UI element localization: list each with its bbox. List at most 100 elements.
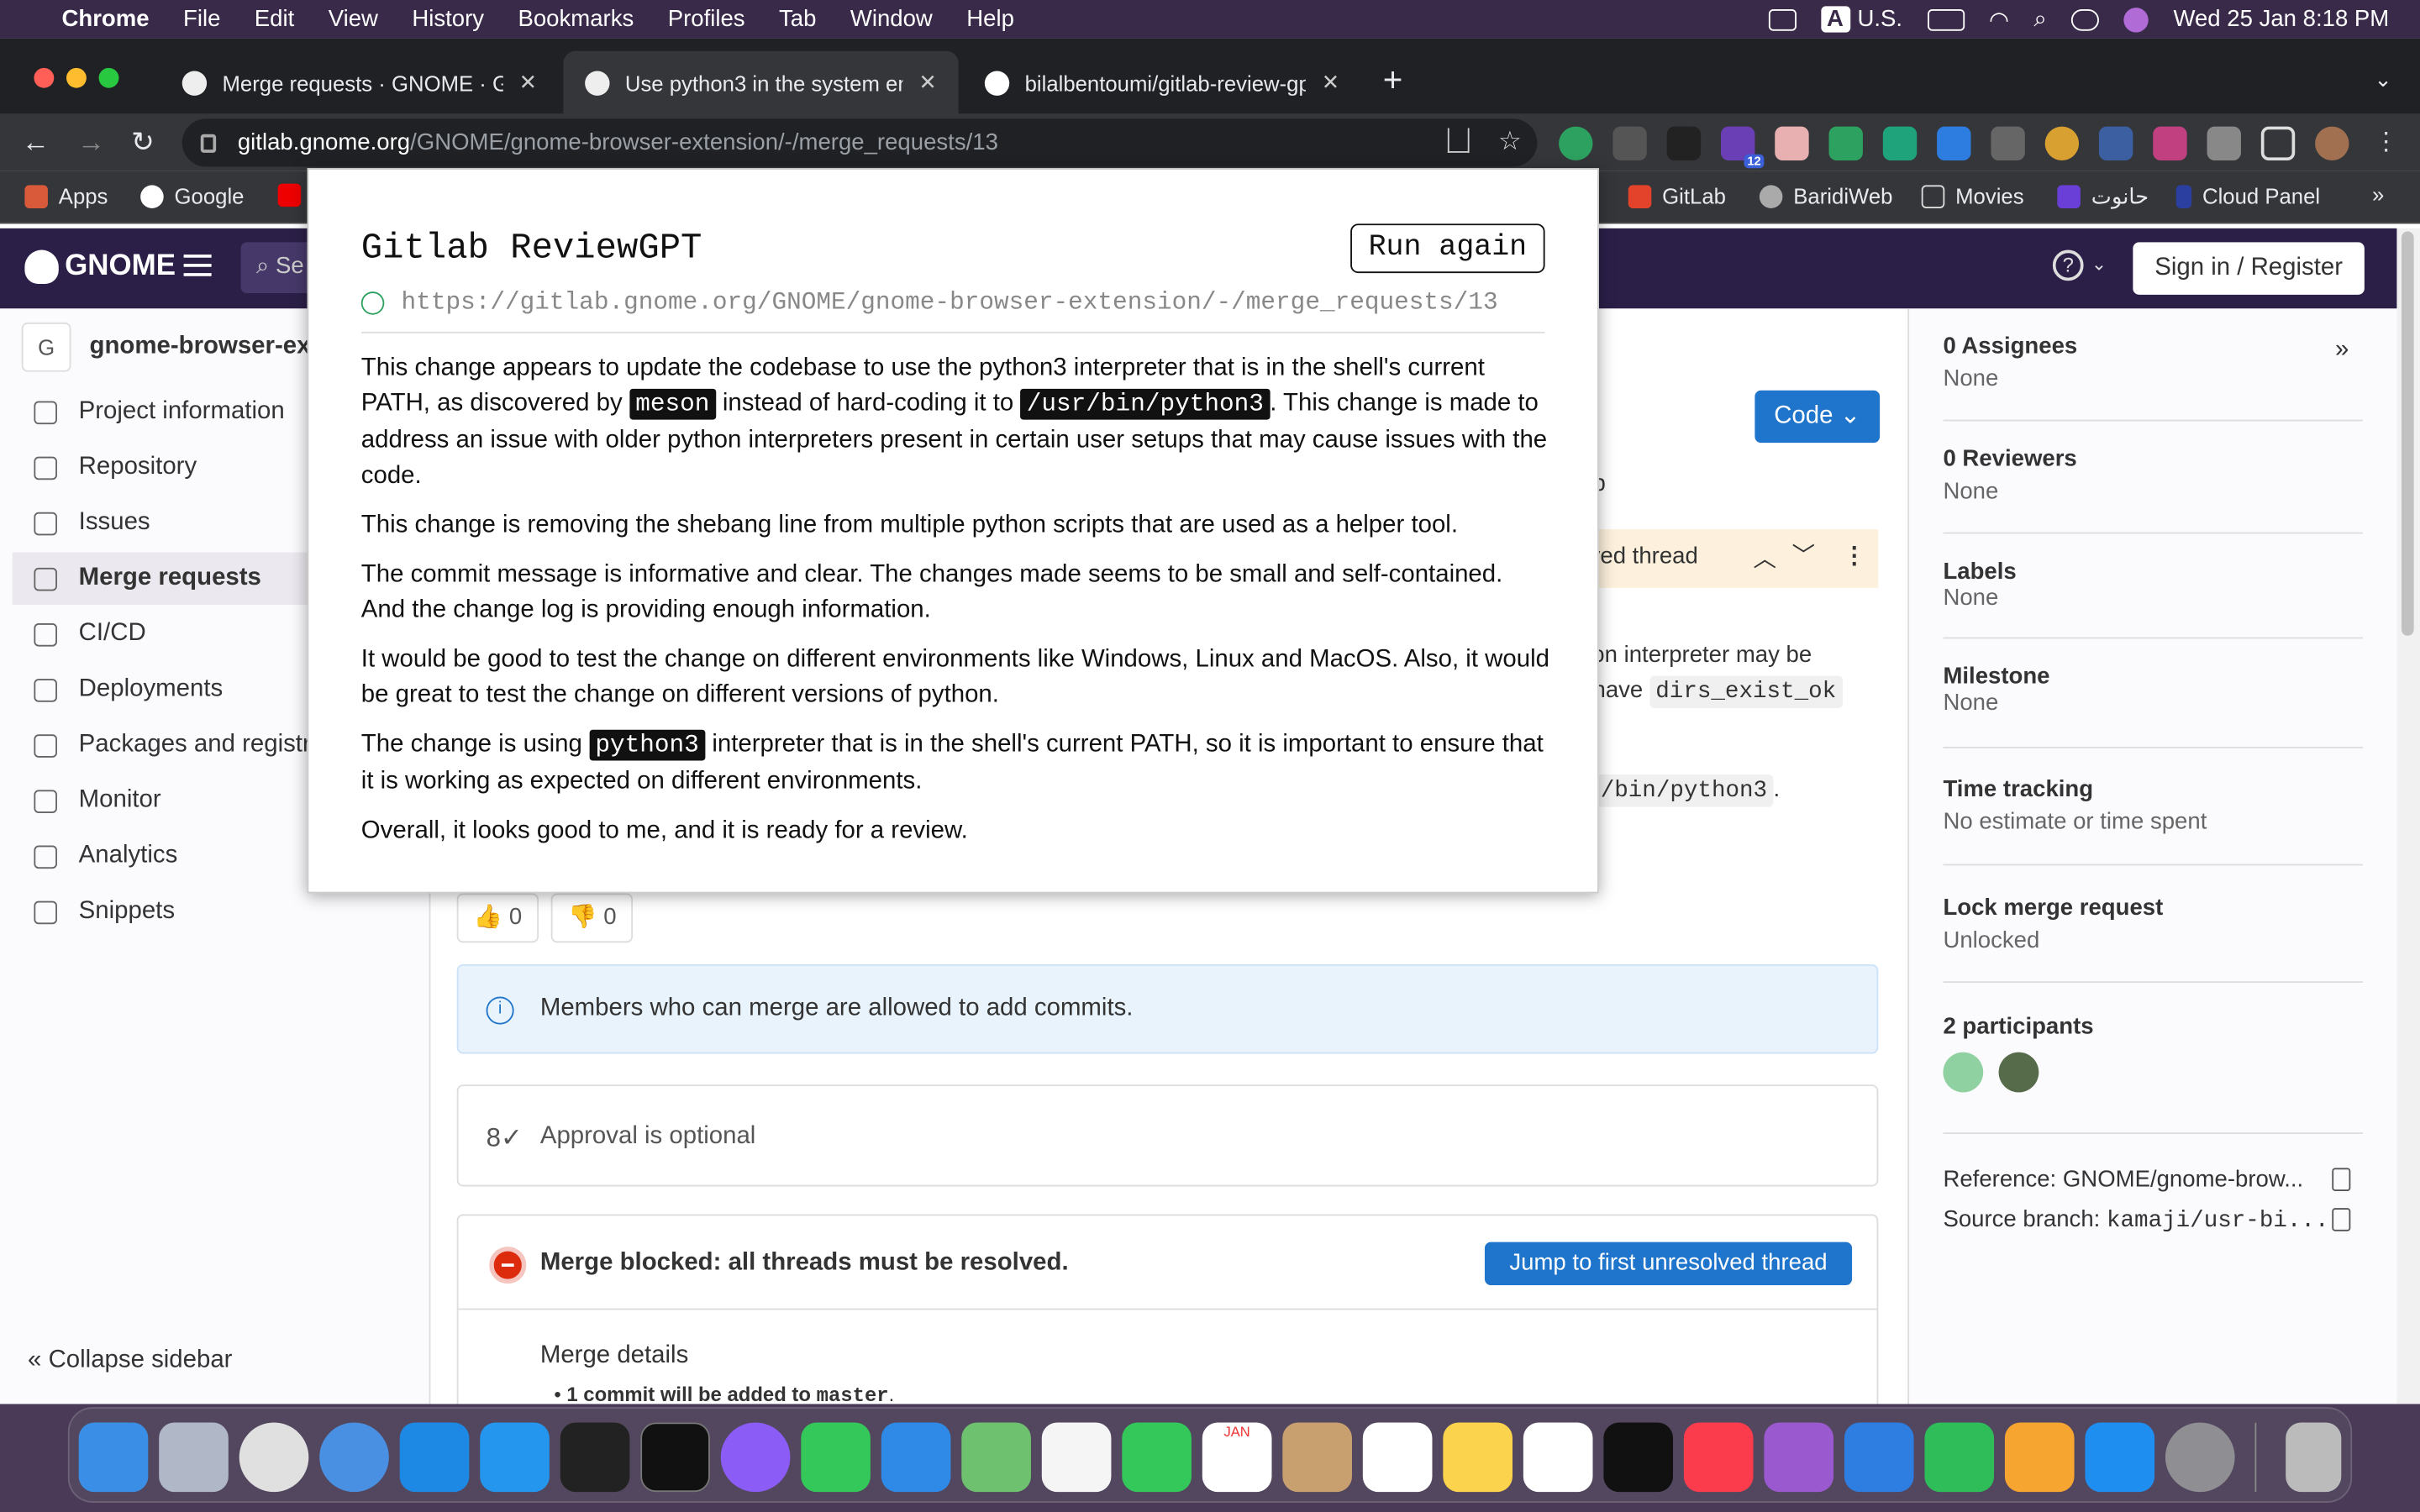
calendar-icon[interactable]: JAN 25 bbox=[1202, 1422, 1272, 1512]
input-source[interactable]: A U.S. bbox=[1820, 6, 1902, 33]
battery-icon[interactable] bbox=[1927, 8, 1965, 30]
extension-icon[interactable] bbox=[1775, 126, 1809, 161]
code-dropdown-button[interactable]: Code ⌄ bbox=[1754, 390, 1881, 444]
extension-icon[interactable] bbox=[1612, 126, 1647, 161]
close-tab-icon[interactable]: ✕ bbox=[519, 70, 538, 96]
address-bar[interactable]: gitlab.gnome.org/GNOME/gnome-browser-ext… bbox=[182, 118, 1538, 167]
menu-help[interactable]: Help bbox=[966, 6, 1014, 32]
jump-to-unresolved-thread-button[interactable]: Jump to first unresolved thread bbox=[1484, 1242, 1853, 1285]
menu-window[interactable]: Window bbox=[850, 6, 933, 32]
kebab-menu-icon[interactable]: ⋮ bbox=[1843, 542, 1866, 570]
messages-icon[interactable] bbox=[801, 1422, 871, 1493]
participant-avatar[interactable] bbox=[1998, 1052, 2039, 1093]
share-icon[interactable] bbox=[1447, 128, 1470, 153]
extension-icon[interactable] bbox=[1882, 126, 1918, 161]
launchpad-icon[interactable] bbox=[159, 1422, 229, 1493]
music-icon[interactable] bbox=[1683, 1422, 1754, 1493]
merge-details-heading[interactable]: Merge details bbox=[540, 1342, 688, 1370]
maximize-window-button[interactable] bbox=[98, 67, 119, 88]
lock-icon[interactable] bbox=[200, 133, 217, 152]
freeform-icon[interactable] bbox=[1523, 1422, 1593, 1493]
control-center-icon[interactable] bbox=[2071, 8, 2100, 30]
gnome-logo[interactable]: GNOME bbox=[24, 249, 176, 284]
trash-icon[interactable] bbox=[2286, 1422, 2342, 1493]
tab-github-repo[interactable]: bilalbentoumi/gitlab-review-gpt ✕ bbox=[963, 51, 1361, 114]
puzzle-extensions-icon[interactable] bbox=[2207, 126, 2241, 161]
chevron-down-icon[interactable]: ⌄ bbox=[2091, 253, 2107, 275]
close-tab-icon[interactable]: ✕ bbox=[918, 70, 937, 96]
numbers-icon[interactable] bbox=[1924, 1422, 1995, 1493]
contacts-icon[interactable] bbox=[1282, 1422, 1352, 1493]
menu-tab[interactable]: Tab bbox=[779, 6, 816, 32]
tab-use-python3[interactable]: Use python3 in the system environment ✕ bbox=[563, 50, 959, 114]
chevron-down-icon[interactable]: ﹀ bbox=[1791, 538, 1815, 571]
hamburger-menu-icon[interactable] bbox=[183, 255, 212, 276]
chevron-up-icon[interactable]: ︿ bbox=[1754, 542, 1777, 575]
bookmark-baridiweb[interactable]: BaridiWeb bbox=[1759, 184, 1892, 208]
side-panel-icon[interactable] bbox=[2260, 126, 2296, 161]
new-tab-button[interactable]: + bbox=[1383, 60, 1403, 101]
menu-profiles[interactable]: Profiles bbox=[668, 6, 745, 32]
close-window-button[interactable] bbox=[34, 67, 55, 88]
menu-app-name[interactable]: Chrome bbox=[61, 6, 149, 32]
page-scrollbar-thumb[interactable] bbox=[2401, 231, 2414, 636]
sidebar-item-snippets[interactable]: Snippets bbox=[13, 885, 429, 937]
extension-icon[interactable] bbox=[1828, 126, 1863, 161]
keynote-icon[interactable] bbox=[1844, 1422, 1914, 1493]
participant-avatar[interactable] bbox=[1943, 1052, 1984, 1093]
system-settings-icon[interactable] bbox=[2165, 1422, 2235, 1493]
figma-icon[interactable] bbox=[560, 1422, 630, 1493]
photos-icon[interactable] bbox=[1041, 1422, 1112, 1493]
mail-icon[interactable] bbox=[881, 1422, 951, 1493]
reviewgpt-extension-icon[interactable] bbox=[1559, 126, 1593, 161]
profile-avatar[interactable] bbox=[2315, 126, 2349, 161]
bookmark-star-icon[interactable]: ☆ bbox=[1498, 127, 1522, 158]
extension-icon[interactable] bbox=[2098, 126, 2133, 161]
bookmark-gitlab[interactable]: GitLab bbox=[1628, 184, 1726, 208]
menu-history[interactable]: History bbox=[412, 6, 484, 32]
apple-tv-icon[interactable] bbox=[1603, 1422, 1674, 1493]
sign-in-register-button[interactable]: Sign in / Register bbox=[2133, 242, 2365, 295]
copy-reference-icon[interactable] bbox=[2332, 1168, 2351, 1191]
kebab-menu-icon[interactable]: ⋮ bbox=[2369, 127, 2402, 160]
podcasts-icon[interactable] bbox=[1764, 1422, 1834, 1493]
back-button[interactable]: ← bbox=[22, 127, 50, 160]
run-again-button[interactable]: Run again bbox=[1350, 223, 1545, 274]
project-header[interactable]: G gnome-browser-ext bbox=[21, 322, 319, 372]
more-bookmarks-icon[interactable]: » bbox=[2372, 182, 2384, 207]
thumbs-down-button[interactable]: 👎 0 bbox=[551, 893, 634, 943]
extension-icon[interactable] bbox=[1937, 126, 1971, 161]
reload-button[interactable]: ↻ bbox=[131, 127, 155, 160]
bookmark-google[interactable]: Google bbox=[140, 184, 244, 208]
bookmark-apps[interactable]: Apps bbox=[24, 184, 108, 208]
finder-icon[interactable] bbox=[78, 1422, 149, 1493]
forward-button[interactable]: → bbox=[77, 127, 105, 160]
menu-edit[interactable]: Edit bbox=[255, 6, 294, 32]
menu-view[interactable]: View bbox=[329, 6, 378, 32]
bookmark-youtube[interactable] bbox=[277, 183, 302, 207]
spotlight-search-icon[interactable]: ⌕ bbox=[2033, 6, 2046, 32]
menu-bookmarks[interactable]: Bookmarks bbox=[518, 6, 634, 32]
reminders-icon[interactable] bbox=[1362, 1422, 1433, 1493]
pages-icon[interactable] bbox=[2004, 1422, 2075, 1493]
thumbs-up-button[interactable]: 👍 0 bbox=[456, 893, 539, 943]
extension-icon[interactable] bbox=[2153, 126, 2187, 161]
tab-merge-requests[interactable]: Merge requests · GNOME · GitLab ✕ bbox=[160, 51, 559, 114]
chrome-icon[interactable] bbox=[239, 1422, 309, 1493]
facetime-icon[interactable] bbox=[1122, 1422, 1192, 1493]
minimize-window-button[interactable] bbox=[66, 67, 87, 88]
collapse-sidebar-button[interactable]: « Collapse sidebar bbox=[28, 1347, 232, 1374]
help-icon[interactable]: ? bbox=[2052, 249, 2084, 281]
terminal-icon[interactable] bbox=[640, 1422, 710, 1493]
bookmark-movies[interactable]: Movies bbox=[1921, 184, 2024, 208]
bookmark-hanout[interactable]: حانوت bbox=[2057, 184, 2149, 210]
bookmark-cloud-panel[interactable]: Cloud Panel bbox=[2175, 184, 2320, 208]
close-tab-icon[interactable]: ✕ bbox=[1322, 70, 1340, 96]
display-icon[interactable] bbox=[1768, 8, 1797, 30]
copy-branch-icon[interactable] bbox=[2332, 1208, 2351, 1231]
vscode-icon[interactable] bbox=[399, 1422, 470, 1493]
docker-icon[interactable] bbox=[480, 1422, 550, 1493]
extension-icon[interactable] bbox=[1666, 126, 1702, 161]
maps-icon[interactable] bbox=[961, 1422, 1031, 1493]
extension-icon-with-badge[interactable]: 12 bbox=[1720, 126, 1765, 169]
